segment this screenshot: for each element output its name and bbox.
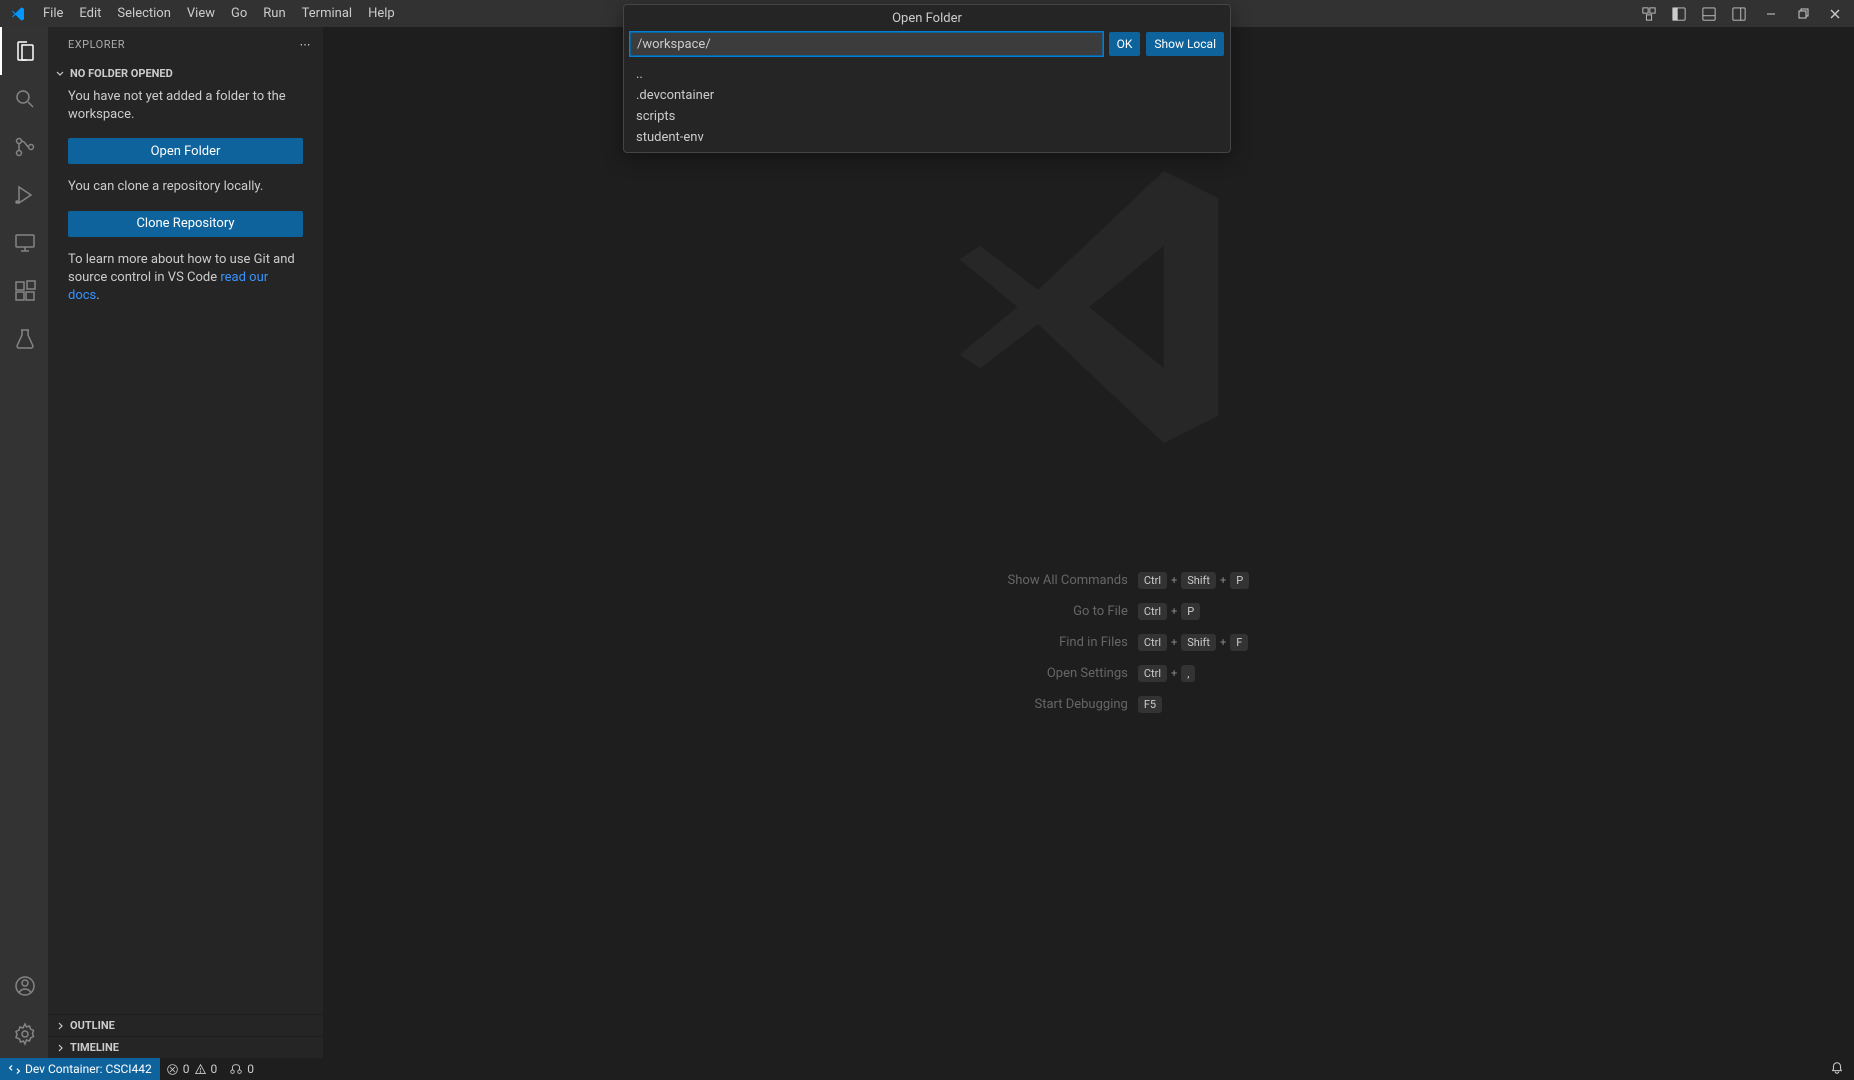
key: , bbox=[1181, 665, 1195, 682]
section-label: TIMELINE bbox=[70, 1041, 119, 1054]
clone-repository-button[interactable]: Clone Repository bbox=[68, 211, 303, 237]
folder-list-item[interactable]: student-env bbox=[624, 127, 1230, 148]
remote-label: Dev Container: CSCI442 bbox=[25, 1062, 152, 1076]
shortcut-row: Start Debugging F5 bbox=[928, 696, 1249, 713]
toggle-secondary-side-bar-icon[interactable] bbox=[1728, 3, 1750, 25]
shortcut-keys: F5 bbox=[1138, 696, 1162, 713]
explorer-sidebar: EXPLORER ⋯ NO FOLDER OPENED You have not… bbox=[48, 27, 323, 1058]
sidebar-content: You have not yet added a folder to the w… bbox=[48, 84, 323, 1014]
window-controls bbox=[1638, 0, 1854, 27]
folder-path-input[interactable] bbox=[630, 32, 1103, 56]
toggle-panel-icon[interactable] bbox=[1698, 3, 1720, 25]
key: Shift bbox=[1181, 634, 1216, 651]
key: Ctrl bbox=[1138, 634, 1167, 651]
testing-tab[interactable] bbox=[0, 315, 48, 363]
explorer-tab[interactable] bbox=[0, 27, 48, 75]
editor-area: Show All Commands Ctrl+Shift+P Go to File C… bbox=[323, 27, 1854, 1058]
status-bar: Dev Container: CSCI442 0 0 0 bbox=[0, 1058, 1854, 1080]
section-label: NO FOLDER OPENED bbox=[70, 67, 173, 80]
extensions-tab[interactable] bbox=[0, 267, 48, 315]
shortcut-keys: Ctrl+Shift+P bbox=[1138, 572, 1249, 589]
shortcut-row: Open Settings Ctrl+, bbox=[928, 665, 1249, 682]
menu-help[interactable]: Help bbox=[360, 6, 403, 21]
shortcut-keys: Ctrl+, bbox=[1138, 665, 1196, 682]
problems-status[interactable]: 0 0 bbox=[160, 1062, 224, 1076]
layout-customize-icon[interactable] bbox=[1638, 3, 1660, 25]
key: Shift bbox=[1181, 572, 1216, 589]
chevron-right-icon bbox=[52, 1040, 68, 1056]
remote-explorer-tab[interactable] bbox=[0, 219, 48, 267]
welcome-shortcuts: Show All Commands Ctrl+Shift+P Go to File C… bbox=[928, 572, 1249, 713]
menu-selection[interactable]: Selection bbox=[109, 6, 178, 21]
run-debug-tab[interactable] bbox=[0, 171, 48, 219]
chevron-down-icon bbox=[52, 65, 68, 81]
folder-list-item[interactable]: .. bbox=[624, 64, 1230, 85]
search-tab[interactable] bbox=[0, 75, 48, 123]
chevron-right-icon bbox=[52, 1018, 68, 1034]
folder-list-item[interactable]: .devcontainer bbox=[624, 85, 1230, 106]
shortcut-keys: Ctrl+P bbox=[1138, 603, 1200, 620]
toggle-primary-side-bar-icon[interactable] bbox=[1668, 3, 1690, 25]
open-folder-dialog: Open Folder OK Show Local ...devcontaine… bbox=[623, 4, 1231, 153]
menu-go[interactable]: Go bbox=[223, 6, 255, 21]
no-folder-message: You have not yet added a folder to the w… bbox=[68, 88, 303, 124]
minimize-button[interactable] bbox=[1760, 3, 1782, 25]
key: P bbox=[1230, 572, 1249, 589]
settings-gear-icon[interactable] bbox=[0, 1010, 48, 1058]
no-folder-section[interactable]: NO FOLDER OPENED bbox=[48, 62, 323, 84]
remote-indicator[interactable]: Dev Container: CSCI442 bbox=[0, 1058, 160, 1080]
ports-status[interactable]: 0 bbox=[223, 1062, 260, 1076]
close-button[interactable] bbox=[1824, 3, 1846, 25]
accounts-icon[interactable] bbox=[0, 962, 48, 1010]
shortcut-label: Start Debugging bbox=[928, 697, 1128, 712]
key: Ctrl bbox=[1138, 665, 1167, 682]
key: F bbox=[1230, 634, 1248, 651]
clone-message: You can clone a repository locally. bbox=[68, 178, 303, 196]
section-label: OUTLINE bbox=[70, 1019, 115, 1032]
shortcut-label: Open Settings bbox=[928, 666, 1128, 681]
key: F5 bbox=[1138, 696, 1162, 713]
docs-message: To learn more about how to use Git and s… bbox=[68, 251, 303, 306]
folder-list: ...devcontainerscriptsstudent-env bbox=[624, 60, 1230, 152]
menu-view[interactable]: View bbox=[179, 6, 223, 21]
sidebar-more-icon[interactable]: ⋯ bbox=[300, 38, 312, 51]
sidebar-title: EXPLORER bbox=[68, 38, 125, 51]
vscode-watermark-icon bbox=[919, 137, 1259, 477]
sidebar-header: EXPLORER ⋯ bbox=[48, 27, 323, 62]
shortcut-label: Show All Commands bbox=[928, 573, 1128, 588]
menu-edit[interactable]: Edit bbox=[71, 6, 109, 21]
shortcut-row: Find in Files Ctrl+Shift+F bbox=[928, 634, 1249, 651]
dialog-title: Open Folder bbox=[624, 5, 1230, 32]
shortcut-keys: Ctrl+Shift+F bbox=[1138, 634, 1248, 651]
open-folder-button[interactable]: Open Folder bbox=[68, 138, 303, 164]
shortcut-label: Go to File bbox=[928, 604, 1128, 619]
show-local-button[interactable]: Show Local bbox=[1146, 32, 1224, 56]
key: P bbox=[1181, 603, 1200, 620]
shortcut-label: Find in Files bbox=[928, 635, 1128, 650]
ok-button[interactable]: OK bbox=[1109, 32, 1141, 56]
folder-list-item[interactable]: scripts bbox=[624, 106, 1230, 127]
shortcut-row: Go to File Ctrl+P bbox=[928, 603, 1249, 620]
source-control-tab[interactable] bbox=[0, 123, 48, 171]
key: Ctrl bbox=[1138, 572, 1167, 589]
timeline-section[interactable]: TIMELINE bbox=[48, 1036, 323, 1058]
key: Ctrl bbox=[1138, 603, 1167, 620]
shortcut-row: Show All Commands Ctrl+Shift+P bbox=[928, 572, 1249, 589]
maximize-button[interactable] bbox=[1792, 3, 1814, 25]
outline-section[interactable]: OUTLINE bbox=[48, 1014, 323, 1036]
menu-file[interactable]: File bbox=[35, 6, 71, 21]
menu-terminal[interactable]: Terminal bbox=[294, 6, 360, 21]
menu-bar: FileEditSelectionViewGoRunTerminalHelp bbox=[35, 6, 403, 21]
notifications-bell-icon[interactable] bbox=[1820, 1061, 1854, 1078]
vscode-logo-icon bbox=[0, 6, 35, 22]
menu-run[interactable]: Run bbox=[255, 6, 293, 21]
activity-bar bbox=[0, 27, 48, 1058]
